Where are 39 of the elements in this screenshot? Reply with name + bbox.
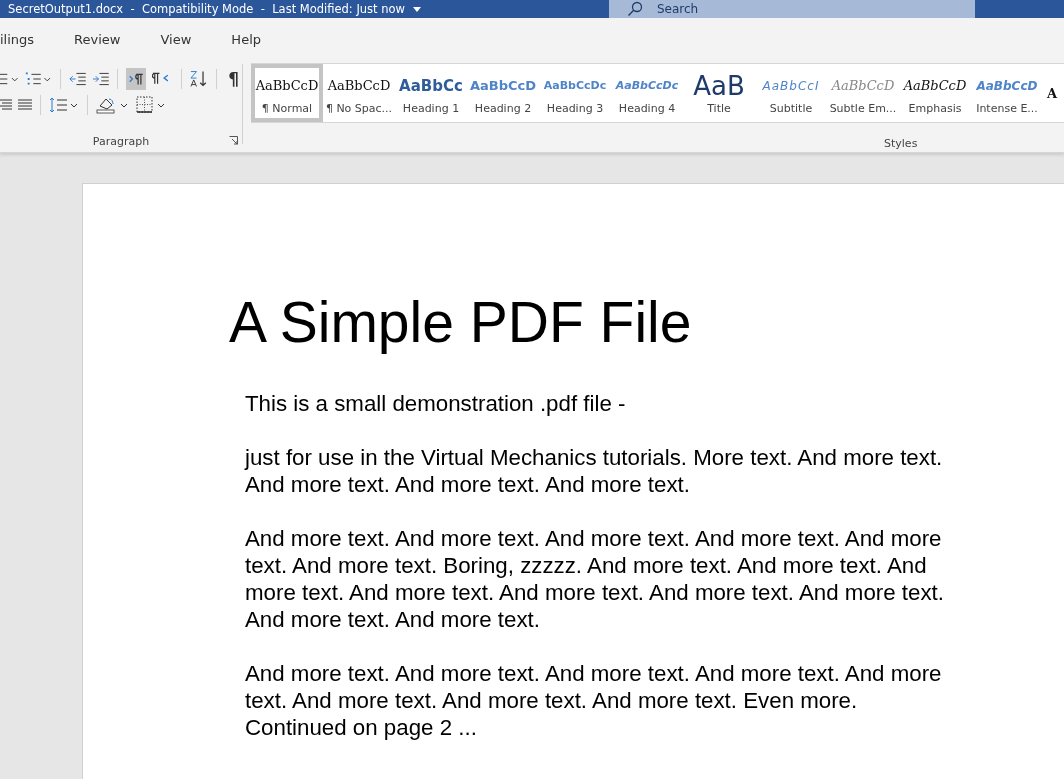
multilevel-list-icon[interactable] xyxy=(24,71,53,87)
caret-icon[interactable] xyxy=(413,6,421,12)
left-to-right-icon[interactable] xyxy=(125,68,147,90)
style-option[interactable]: AaBbCcD ¶ Normal xyxy=(251,64,323,122)
paragraph: just for use in the Virtual Mechanics tutorials. More text. And more text. And more text. And more text. And more text. xyxy=(245,444,944,498)
style-option[interactable]: AaBbCcI Subtitle xyxy=(755,64,827,122)
shading-icon[interactable] xyxy=(96,96,130,114)
align-right-icon[interactable] xyxy=(0,98,12,112)
group-label: Paragraph xyxy=(92,134,150,148)
style-option[interactable]: AaBbCcD Subtle Em... xyxy=(827,64,899,122)
style-option[interactable]: AaBbCcDc Heading 4 xyxy=(611,64,683,122)
paragraph: And more text. And more text. And more text. And more text. And more text. And more text. And more text. And more text. Even more. Continued on page 2 ... xyxy=(245,660,943,741)
paragraph: And more text. And more text. And more text. And more text. And more text. And more text. Boring, zzzzz. And more text. And more text. And more text. And more text. And more text. And more text. And more text. And more text. And more text. xyxy=(245,525,945,633)
justify-icon[interactable] xyxy=(18,98,32,112)
style-option[interactable]: AaBbCcD Heading 2 xyxy=(467,64,539,122)
line-spacing-icon[interactable] xyxy=(49,97,79,113)
ribbon-tab[interactable]: Review xyxy=(74,31,121,47)
window-title: SecretOutput1.docx - Compatibility Mode - Last Modified: Just now xyxy=(8,2,405,16)
style-option[interactable]: AaBbCcDc Heading 3 xyxy=(539,64,611,122)
decrease-indent-icon[interactable] xyxy=(69,71,87,87)
style-option[interactable]: AaBbCcD ¶ No Spac... xyxy=(323,64,395,122)
group-label: Styles xyxy=(884,137,918,150)
document-title: A Simple PDF File xyxy=(229,289,693,356)
ribbon-tab[interactable]: View xyxy=(160,31,192,47)
sort-icon[interactable] xyxy=(189,70,209,88)
dialog-launcher-icon[interactable] xyxy=(229,136,238,145)
search-field[interactable]: Search xyxy=(609,0,975,18)
show-formatting-marks-button[interactable]: ¶ xyxy=(225,69,242,89)
style-option[interactable]: AaBbCcD Emphasis xyxy=(899,64,971,122)
style-option[interactable]: AaBbCcD Intense E... xyxy=(971,64,1043,122)
ribbon-tab[interactable]: Help xyxy=(231,31,261,47)
increase-indent-icon[interactable] xyxy=(92,71,109,87)
style-option[interactable]: AaBbCc Heading 1 xyxy=(395,64,467,122)
paragraph: This is a small demonstration .pdf file - xyxy=(245,390,627,417)
ribbon-tab[interactable]: ilings xyxy=(0,31,35,47)
search-icon xyxy=(627,1,643,17)
style-option[interactable]: A xyxy=(1043,64,1064,122)
bullets-icon[interactable] xyxy=(0,71,19,87)
style-option[interactable]: AaB Title xyxy=(683,64,755,122)
